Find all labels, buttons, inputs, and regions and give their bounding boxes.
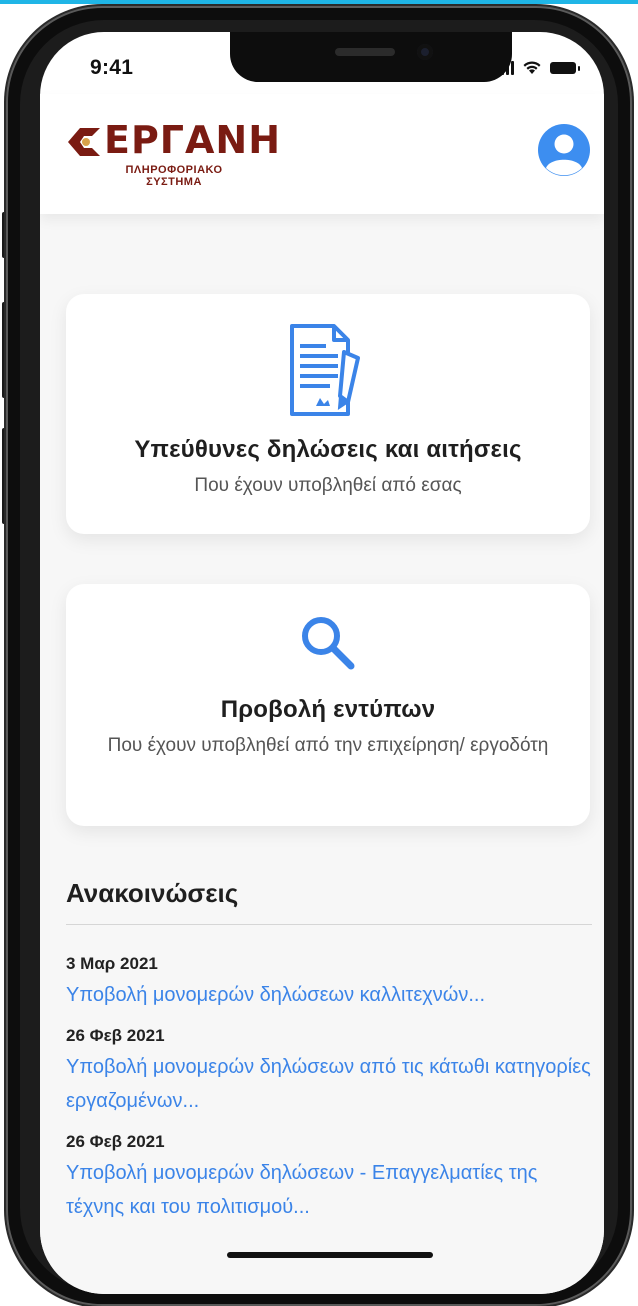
card-subtitle: Που έχουν υποβληθεί από εσας — [194, 475, 462, 496]
phone-screen: 9:41 ΕΡΓΑΝΗ ΠΛΗΡΟΦΟΡΙΑΚΟ ΣΥΣΤΗΜΑ Υπεύθυν… — [40, 32, 604, 1294]
divider — [66, 924, 592, 925]
logo-text: ΕΡΓΑΝΗ — [104, 118, 282, 162]
announcement-date: 3 Μαρ 2021 — [66, 954, 158, 973]
speaker — [335, 48, 395, 56]
status-time: 9:41 — [90, 56, 134, 79]
logo-emblem-icon — [68, 128, 100, 156]
battery-icon — [550, 61, 580, 74]
card-title: Υπεύθυνες δηλώσεις και αιτήσεις — [134, 436, 522, 463]
announcement-link[interactable]: Υποβολή μονομερών δηλώσεων από τις κάτωθ… — [66, 1050, 596, 1118]
announcement-date: 26 Φεβ 2021 — [66, 1026, 165, 1045]
app-header: ΕΡΓΑΝΗ ΠΛΗΡΟΦΟΡΙΑΚΟ ΣΥΣΤΗΜΑ — [40, 94, 604, 214]
logo-subtitle: ΠΛΗΡΟΦΟΡΙΑΚΟ ΣΥΣΤΗΜΑ — [125, 164, 223, 188]
profile-button[interactable] — [538, 124, 590, 176]
main-content: Υπεύθυνες δηλώσεις και αιτήσεις Που έχου… — [40, 214, 604, 1294]
notch — [230, 32, 512, 82]
announcements-list: 3 Μαρ 2021 Υποβολή μονομερών δηλώσεων κα… — [66, 952, 596, 1236]
declarations-card[interactable]: Υπεύθυνες δηλώσεις και αιτήσεις Που έχου… — [66, 294, 590, 534]
document-signature-icon — [290, 324, 360, 416]
ergani-logo[interactable]: ΕΡΓΑΝΗ ΠΛΗΡΟΦΟΡΙΑΚΟ ΣΥΣΤΗΜΑ — [66, 118, 280, 194]
announcements-heading: Ανακοινώσεις — [66, 878, 239, 908]
view-forms-card[interactable]: Προβολή εντύπων Που έχουν υποβληθεί από … — [66, 584, 590, 826]
front-camera — [417, 44, 433, 60]
announcement-item: 26 Φεβ 2021 Υποβολή μονομερών δηλώσεων α… — [66, 1024, 596, 1118]
announcement-link[interactable]: Υποβολή μονομερών δηλώσεων - Επαγγελματί… — [66, 1156, 596, 1224]
top-accent-bar — [0, 0, 638, 4]
announcement-link[interactable]: Υποβολή μονομερών δηλώσεων καλλιτεχνών..… — [66, 978, 596, 1012]
home-indicator[interactable] — [227, 1252, 433, 1258]
user-circle-icon — [546, 134, 582, 176]
wifi-icon — [523, 61, 541, 74]
card-title: Προβολή εντύπων — [220, 696, 436, 723]
search-icon — [302, 617, 355, 670]
announcement-item: 3 Μαρ 2021 Υποβολή μονομερών δηλώσεων κα… — [66, 952, 596, 1012]
card-subtitle: Που έχουν υποβληθεί από την επιχείρηση/ … — [107, 735, 549, 756]
announcement-item: 26 Φεβ 2021 Υποβολή μονομερών δηλώσεων -… — [66, 1130, 596, 1224]
announcement-date: 26 Φεβ 2021 — [66, 1132, 165, 1151]
